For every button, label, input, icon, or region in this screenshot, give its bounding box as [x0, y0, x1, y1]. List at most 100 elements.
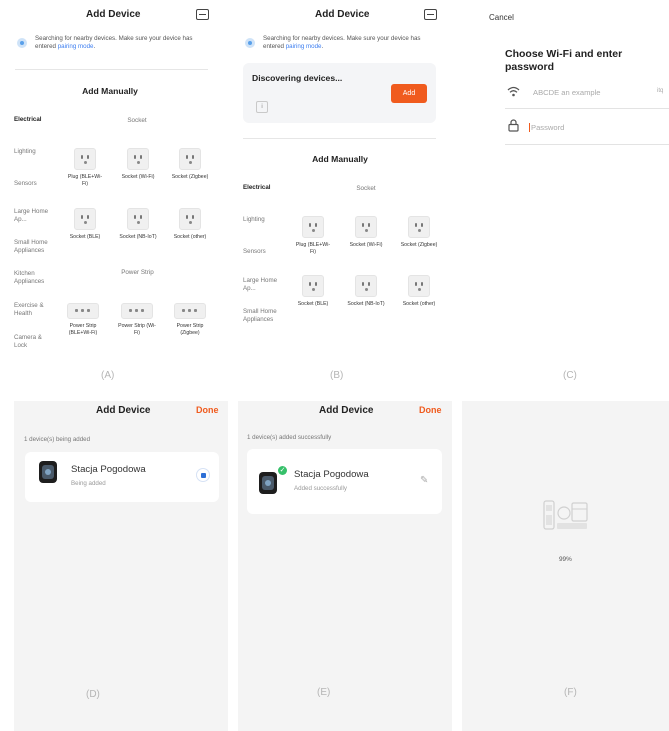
panel-label: (C) [563, 370, 577, 381]
device-label: Socket (other) [402, 301, 436, 307]
category-electrical[interactable]: Electrical [14, 116, 42, 124]
socket-item[interactable]: Socket (other) [170, 208, 210, 241]
socket-icon [179, 208, 201, 230]
device-card: ✓ Stacja Pogodowa Added successfully ✎ [247, 449, 442, 514]
divider [243, 138, 436, 139]
socket-icon [302, 216, 324, 238]
power-strip-item[interactable]: Power Strip (BLE+Wi-Fi) [63, 303, 103, 336]
add-manually-title: Add Manually [82, 86, 138, 96]
wifi-suffix: itq [657, 88, 664, 94]
page-title: Add Device [315, 9, 370, 20]
panel-label: (E) [317, 687, 331, 698]
panel-a: Add Device Searching for nearby devices.… [0, 0, 223, 400]
socket-item[interactable]: Socket (Zigbee) [170, 148, 210, 181]
socket-icon [127, 208, 149, 230]
category-large-home[interactable]: Large Home Ap... [243, 277, 283, 292]
page-title: Add Device [96, 405, 151, 416]
category-kitchen[interactable]: Kitchen Appliances [14, 270, 54, 285]
text-caret [529, 123, 530, 132]
wifi-icon [507, 86, 520, 97]
search-period: . [321, 43, 324, 50]
pairing-mode-link[interactable]: pairing mode [286, 43, 322, 50]
socket-item[interactable]: Socket (BLE) [293, 275, 333, 308]
power-strip-item[interactable]: Power Strip (Wi-Fi) [117, 303, 157, 336]
socket-item[interactable]: Plug (BLE+Wi-Fi) [65, 148, 105, 187]
socket-header: Socket [127, 117, 147, 124]
panel-d: Add Device Done 1 device(s) being added … [14, 401, 228, 731]
socket-icon [127, 148, 149, 170]
socket-icon [302, 275, 324, 297]
lock-icon [508, 119, 519, 132]
category-lighting[interactable]: Lighting [243, 216, 265, 224]
category-lighting[interactable]: Lighting [14, 148, 36, 156]
socket-item[interactable]: Socket (Zigbee) [399, 216, 439, 249]
panel-label: (A) [101, 370, 115, 381]
power-strip-item[interactable]: Power Strip (Zigbee) [170, 303, 210, 336]
power-strip-header: Power Strip [121, 269, 154, 276]
socket-item[interactable]: Socket (BLE) [65, 208, 105, 241]
search-spinner-icon [245, 38, 255, 48]
socket-item[interactable]: Socket (NB-IoT) [346, 275, 386, 308]
device-label: Socket (Wi-Fi) [349, 242, 383, 248]
device-label: Socket (Zigbee) [400, 242, 438, 248]
device-label: Power Strip (Zigbee) [176, 323, 204, 336]
category-camera[interactable]: Camera & Lock [14, 334, 46, 349]
device-label: Plug (BLE+Wi-Fi) [295, 242, 331, 255]
watch-device-icon [259, 472, 277, 494]
category-large-home[interactable]: Large Home Ap... [14, 208, 54, 223]
device-label: Power Strip (BLE+Wi-Fi) [68, 323, 98, 336]
device-label: Socket (BLE) [297, 301, 329, 307]
category-sensors[interactable]: Sensors [14, 180, 37, 188]
device-label: Socket (Zigbee) [171, 174, 209, 180]
device-name: Stacja Pogodowa [294, 469, 369, 480]
panel-b: Add Device Searching for nearby devices.… [223, 0, 446, 400]
category-small-home[interactable]: Small Home Appliances [243, 308, 288, 323]
search-status: Searching for nearby devices. Make sure … [263, 35, 438, 51]
cancel-button[interactable]: Cancel [489, 13, 514, 22]
wifi-name-field[interactable]: ABCDE an example [533, 88, 601, 97]
device-illustration-icon [543, 500, 588, 530]
category-small-home[interactable]: Small Home Appliances [14, 239, 59, 254]
socket-icon [74, 208, 96, 230]
device-label: Socket (NB-IoT) [119, 234, 157, 240]
check-icon: ✓ [278, 466, 287, 475]
socket-icon [408, 275, 430, 297]
category-electrical[interactable]: Electrical [243, 184, 271, 192]
search-period: . [93, 43, 96, 50]
done-button[interactable]: Done [196, 405, 219, 415]
category-exercise[interactable]: Exercise & Health [14, 302, 46, 317]
divider [15, 69, 208, 70]
done-button[interactable]: Done [419, 405, 442, 415]
panel-label: (F) [564, 687, 577, 698]
progress-note: 1 device(s) being added [24, 436, 91, 443]
power-strip-icon [174, 303, 206, 319]
socket-icon [355, 275, 377, 297]
add-manually-title: Add Manually [312, 154, 368, 164]
search-spinner-icon [17, 38, 27, 48]
edit-icon[interactable]: ✎ [420, 475, 428, 486]
power-strip-icon [67, 303, 99, 319]
socket-icon [179, 148, 201, 170]
progress-note: 1 device(s) added successfully [247, 434, 332, 441]
panel-label: (B) [330, 370, 344, 381]
socket-item[interactable]: Plug (BLE+Wi-Fi) [293, 216, 333, 255]
socket-icon [74, 148, 96, 170]
socket-header: Socket [356, 185, 376, 192]
panel-e: Add Device Done 1 device(s) added succes… [238, 401, 452, 731]
device-label: Socket (Wi-Fi) [121, 174, 155, 180]
add-button[interactable]: Add [391, 84, 427, 103]
socket-item[interactable]: Socket (NB-IoT) [118, 208, 158, 241]
pairing-mode-link[interactable]: pairing mode [58, 43, 94, 50]
socket-item[interactable]: Socket (other) [399, 275, 439, 308]
device-label: Socket (other) [173, 234, 207, 240]
password-field[interactable]: Password [531, 123, 564, 132]
info-icon[interactable]: i [256, 101, 268, 113]
category-sensors[interactable]: Sensors [243, 248, 266, 256]
socket-item[interactable]: Socket (Wi-Fi) [118, 148, 158, 181]
discovering-text: Discovering devices... [252, 73, 343, 83]
scan-icon[interactable] [196, 9, 209, 20]
socket-item[interactable]: Socket (Wi-Fi) [346, 216, 386, 249]
wifi-title: Choose Wi-Fi and enter password [505, 48, 623, 73]
scan-icon[interactable] [424, 9, 437, 20]
search-status: Searching for nearby devices. Make sure … [35, 35, 210, 51]
